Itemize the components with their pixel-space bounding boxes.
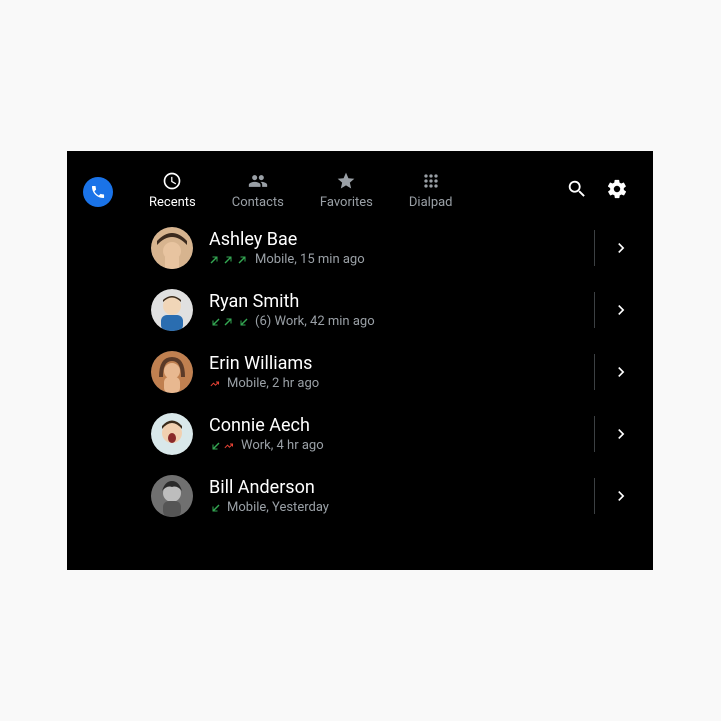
call-details-button[interactable] <box>609 422 633 446</box>
call-detail: (6) Work, 42 min ago <box>255 314 375 329</box>
phone-app-window: Recents Contacts Favorites Dialpad Ashle… <box>67 151 653 570</box>
chevron-right-icon <box>611 484 631 508</box>
contacts-icon <box>248 171 268 191</box>
contact-avatar[interactable] <box>151 413 193 455</box>
call-row[interactable]: Connie AechWork, 4 hr ago <box>67 403 653 465</box>
tab-label: Recents <box>149 195 196 210</box>
call-subline: Work, 4 hr ago <box>209 438 580 453</box>
tab-recents[interactable]: Recents <box>131 161 214 216</box>
tab-label: Favorites <box>320 195 373 210</box>
row-divider <box>594 292 595 328</box>
call-missed-icon <box>209 378 221 390</box>
call-details-button[interactable] <box>609 298 633 322</box>
call-info: Bill AndersonMobile, Yesterday <box>209 477 580 516</box>
call-outgoing-icon <box>223 254 235 266</box>
contact-avatar[interactable] <box>151 351 193 393</box>
call-row[interactable]: Erin WilliamsMobile, 2 hr ago <box>67 341 653 403</box>
tabs: Recents Contacts Favorites Dialpad <box>131 161 471 216</box>
row-divider <box>594 230 595 266</box>
call-subline: (6) Work, 42 min ago <box>209 314 580 329</box>
gear-icon <box>606 178 628 200</box>
call-details-button[interactable] <box>609 484 633 508</box>
contact-avatar[interactable] <box>151 289 193 331</box>
chevron-right-icon <box>611 360 631 384</box>
call-details-button[interactable] <box>609 360 633 384</box>
call-info: Ryan Smith(6) Work, 42 min ago <box>209 291 580 330</box>
search-icon <box>566 178 588 200</box>
settings-button[interactable] <box>597 169 637 209</box>
row-divider <box>594 416 595 452</box>
row-divider <box>594 478 595 514</box>
row-divider <box>594 354 595 390</box>
call-info: Ashley BaeMobile, 15 min ago <box>209 229 580 268</box>
call-info: Connie AechWork, 4 hr ago <box>209 415 580 454</box>
call-detail: Mobile, Yesterday <box>227 500 329 515</box>
call-subline: Mobile, 15 min ago <box>209 252 580 267</box>
call-incoming-icon <box>209 502 221 514</box>
call-detail: Work, 4 hr ago <box>241 438 324 453</box>
call-outgoing-icon <box>223 316 235 328</box>
recent-calls-list: Ashley BaeMobile, 15 min ago Ryan Smith(6… <box>67 213 653 527</box>
tab-label: Dialpad <box>409 195 453 210</box>
chevron-right-icon <box>611 298 631 322</box>
call-incoming-icon <box>209 440 221 452</box>
phone-app-icon[interactable] <box>83 177 113 207</box>
call-row[interactable]: Ashley BaeMobile, 15 min ago <box>67 217 653 279</box>
call-detail: Mobile, 15 min ago <box>255 252 365 267</box>
call-incoming-icon <box>209 316 221 328</box>
call-subline: Mobile, Yesterday <box>209 500 580 515</box>
call-outgoing-icon <box>237 254 249 266</box>
call-incoming-icon <box>237 316 249 328</box>
dialpad-icon <box>421 171 441 191</box>
contact-name: Connie Aech <box>209 415 580 437</box>
top-bar: Recents Contacts Favorites Dialpad <box>67 151 653 213</box>
contact-name: Erin Williams <box>209 353 580 375</box>
call-row[interactable]: Ryan Smith(6) Work, 42 min ago <box>67 279 653 341</box>
chevron-right-icon <box>611 422 631 446</box>
search-button[interactable] <box>557 169 597 209</box>
phone-icon <box>90 184 106 200</box>
call-details-button[interactable] <box>609 236 633 260</box>
star-icon <box>336 171 356 191</box>
call-info: Erin WilliamsMobile, 2 hr ago <box>209 353 580 392</box>
call-detail: Mobile, 2 hr ago <box>227 376 319 391</box>
contact-avatar[interactable] <box>151 475 193 517</box>
tab-label: Contacts <box>232 195 284 210</box>
call-subline: Mobile, 2 hr ago <box>209 376 580 391</box>
tab-contacts[interactable]: Contacts <box>214 161 302 216</box>
chevron-right-icon <box>611 236 631 260</box>
contact-avatar[interactable] <box>151 227 193 269</box>
contact-name: Bill Anderson <box>209 477 580 499</box>
recents-icon <box>162 171 182 191</box>
contact-name: Ashley Bae <box>209 229 580 251</box>
call-row[interactable]: Bill AndersonMobile, Yesterday <box>67 465 653 527</box>
call-outgoing-icon <box>209 254 221 266</box>
tab-dialpad[interactable]: Dialpad <box>391 161 471 216</box>
tab-favorites[interactable]: Favorites <box>302 161 391 216</box>
call-missed-icon <box>223 440 235 452</box>
contact-name: Ryan Smith <box>209 291 580 313</box>
